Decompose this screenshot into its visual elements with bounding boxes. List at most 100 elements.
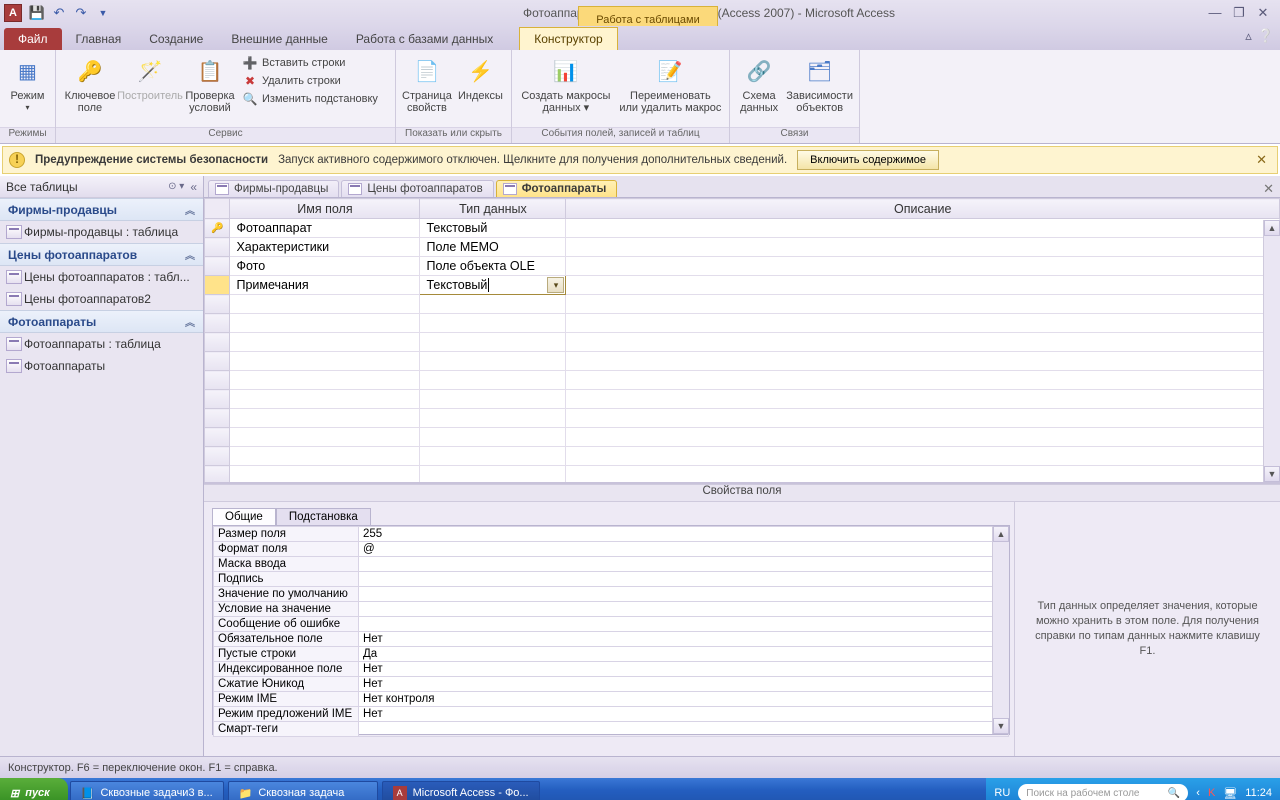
- prop-row[interactable]: Условие на значение: [214, 602, 1009, 617]
- row-selector[interactable]: [205, 276, 230, 295]
- prop-row[interactable]: Размер поля255: [214, 527, 1009, 542]
- prop-row[interactable]: Смарт-теги: [214, 722, 1009, 737]
- modify-lookup-button[interactable]: 🔍Изменить подстановку: [242, 90, 378, 108]
- nav-dropdown-icon[interactable]: ⊙ ▾: [168, 181, 184, 192]
- prop-value[interactable]: [359, 722, 1009, 737]
- row-selector[interactable]: [205, 238, 230, 257]
- data-type-dropdown-icon[interactable]: ▾: [547, 277, 564, 293]
- field-row[interactable]: Примечания Текстовый▾: [205, 276, 1280, 295]
- data-type-cell[interactable]: Поле МЕМО: [420, 238, 566, 257]
- prop-tab-lookup[interactable]: Подстановка: [276, 508, 371, 525]
- row-selector-header[interactable]: [205, 199, 230, 219]
- prop-row[interactable]: Пустые строкиДа: [214, 647, 1009, 662]
- prop-value[interactable]: Нет: [359, 662, 1009, 677]
- description-cell[interactable]: [566, 219, 1280, 238]
- field-row[interactable]: [205, 409, 1280, 428]
- prop-tab-general[interactable]: Общие: [212, 508, 276, 525]
- field-row[interactable]: [205, 428, 1280, 447]
- nav-pane-header[interactable]: Все таблицы ⊙ ▾ «: [0, 176, 203, 198]
- close-icon[interactable]: ✕: [1254, 5, 1272, 21]
- indexes-button[interactable]: ⚡ Индексы: [456, 54, 505, 102]
- field-row[interactable]: ФотоПоле объекта OLE: [205, 257, 1280, 276]
- prop-value[interactable]: Нет: [359, 632, 1009, 647]
- data-type-cell-active[interactable]: Текстовый▾: [420, 276, 566, 295]
- validation-button[interactable]: 📋 Проверка условий: [182, 54, 238, 114]
- field-row[interactable]: 🔑ФотоаппаратТекстовый: [205, 219, 1280, 238]
- prop-scrollbar[interactable]: ▲ ▼: [992, 526, 1009, 734]
- tab-design[interactable]: Конструктор: [519, 27, 617, 50]
- data-type-cell[interactable]: Поле объекта OLE: [420, 257, 566, 276]
- desktop-search-input[interactable]: Поиск на рабочем столе🔍: [1018, 784, 1188, 800]
- prop-row[interactable]: Режим предложений IMEНет: [214, 707, 1009, 722]
- close-doc-tab-icon[interactable]: ✕: [1257, 181, 1280, 197]
- nav-item-cameras-table[interactable]: Фотоаппараты : таблица: [0, 333, 203, 355]
- prop-value[interactable]: @: [359, 542, 1009, 557]
- grid-scrollbar[interactable]: ▲ ▼: [1263, 220, 1280, 482]
- field-row[interactable]: [205, 466, 1280, 485]
- taskbar-item[interactable]: 📁Сквозная задача: [228, 781, 378, 800]
- field-name-cell[interactable]: Фотоаппарат: [230, 219, 420, 238]
- doc-tab-vendors[interactable]: Фирмы-продавцы: [208, 180, 339, 197]
- enable-content-button[interactable]: Включить содержимое: [797, 150, 939, 170]
- scroll-up-icon[interactable]: ▲: [993, 526, 1009, 542]
- create-data-macros-button[interactable]: 📊 Создать макросы данных ▾: [518, 54, 614, 114]
- prop-value[interactable]: 255: [359, 527, 1009, 542]
- nav-collapse-icon[interactable]: «: [190, 180, 197, 194]
- doc-tab-cameras[interactable]: Фотоаппараты: [496, 180, 618, 197]
- prop-value[interactable]: Нет контроля: [359, 692, 1009, 707]
- scroll-down-icon[interactable]: ▼: [993, 718, 1009, 734]
- prop-value[interactable]: [359, 587, 1009, 602]
- prop-value[interactable]: Да: [359, 647, 1009, 662]
- rename-delete-macro-button[interactable]: 📝 Переименовать или удалить макрос: [618, 54, 723, 114]
- prop-row[interactable]: Сообщение об ошибке: [214, 617, 1009, 632]
- scroll-down-icon[interactable]: ▼: [1264, 466, 1280, 482]
- prop-value[interactable]: Нет: [359, 707, 1009, 722]
- tab-database-tools[interactable]: Работа с базами данных: [342, 28, 507, 50]
- dependencies-button[interactable]: 🗂 Зависимости объектов: [786, 54, 853, 114]
- primary-key-button[interactable]: 🔑 Ключевое поле: [62, 54, 118, 114]
- description-cell[interactable]: [566, 238, 1280, 257]
- row-selector[interactable]: 🔑: [205, 219, 230, 238]
- tab-create[interactable]: Создание: [135, 28, 217, 50]
- tray-icon[interactable]: 🖥: [1223, 787, 1237, 800]
- view-button[interactable]: ▦ Режим ▾: [6, 54, 49, 114]
- minimize-icon[interactable]: —: [1206, 5, 1224, 21]
- minimize-ribbon-icon[interactable]: ▵: [1245, 28, 1252, 44]
- prop-row[interactable]: Подпись: [214, 572, 1009, 587]
- close-message-bar-icon[interactable]: ✕: [1252, 152, 1271, 168]
- design-grid[interactable]: Имя поля Тип данных Описание 🔑Фотоаппара…: [204, 198, 1280, 484]
- nav-group-cameras[interactable]: Фотоаппараты︽: [0, 310, 203, 333]
- help-icon[interactable]: ❔: [1258, 28, 1274, 44]
- field-name-cell[interactable]: Фото: [230, 257, 420, 276]
- taskbar-item[interactable]: 📘Сквозные задачи3 в...: [70, 781, 224, 800]
- description-cell[interactable]: [566, 276, 1280, 295]
- data-type-cell[interactable]: Текстовый: [420, 219, 566, 238]
- field-row[interactable]: [205, 447, 1280, 466]
- language-indicator[interactable]: RU: [994, 787, 1010, 799]
- field-row[interactable]: [205, 314, 1280, 333]
- prop-value[interactable]: [359, 572, 1009, 587]
- field-row[interactable]: [205, 352, 1280, 371]
- delete-rows-button[interactable]: ✖Удалить строки: [242, 72, 378, 90]
- scroll-up-icon[interactable]: ▲: [1264, 220, 1280, 236]
- description-cell[interactable]: [566, 257, 1280, 276]
- nav-group-prices[interactable]: Цены фотоаппаратов︽: [0, 243, 203, 266]
- prop-value[interactable]: [359, 617, 1009, 632]
- restore-icon[interactable]: ❐: [1230, 5, 1248, 21]
- field-row[interactable]: [205, 295, 1280, 314]
- col-field-name[interactable]: Имя поля: [230, 199, 420, 219]
- nav-item-prices2[interactable]: Цены фотоаппаратов2: [0, 288, 203, 310]
- tab-external-data[interactable]: Внешние данные: [217, 28, 342, 50]
- undo-icon[interactable]: ↶: [50, 4, 68, 22]
- prop-row[interactable]: Маска ввода: [214, 557, 1009, 572]
- prop-row[interactable]: Обязательное полеНет: [214, 632, 1009, 647]
- qat-dropdown-icon[interactable]: ▼: [94, 4, 112, 22]
- row-selector[interactable]: [205, 257, 230, 276]
- prop-row[interactable]: Режим IMEНет контроля: [214, 692, 1009, 707]
- prop-value[interactable]: [359, 602, 1009, 617]
- prop-row[interactable]: Формат поля@: [214, 542, 1009, 557]
- field-name-cell[interactable]: Характеристики: [230, 238, 420, 257]
- relationships-button[interactable]: 🔗 Схема данных: [736, 54, 782, 114]
- field-row[interactable]: ХарактеристикиПоле МЕМО: [205, 238, 1280, 257]
- prop-value[interactable]: [359, 557, 1009, 572]
